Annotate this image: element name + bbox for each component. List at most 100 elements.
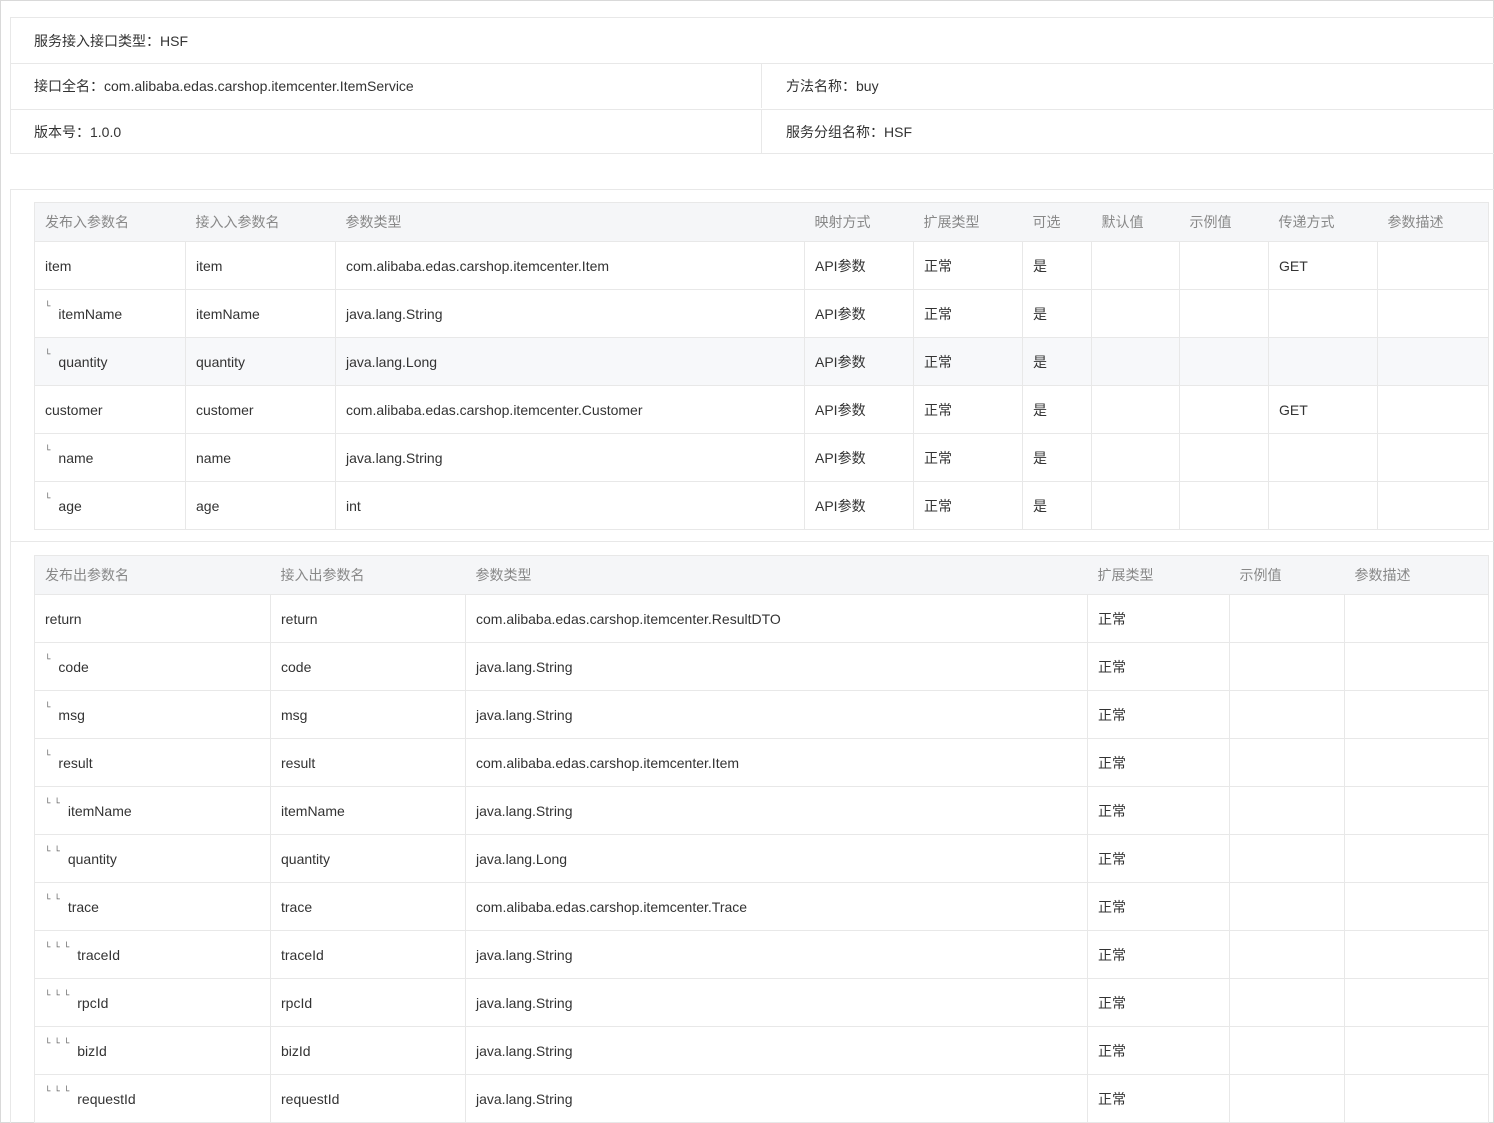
cell-transfer: GET: [1268, 385, 1378, 434]
cell-publish: └└ quantity: [34, 834, 271, 883]
cell-transfer: [1268, 481, 1378, 530]
cell-access: quantity: [270, 834, 466, 883]
cell-optional: 是: [1022, 433, 1092, 482]
cell-type: java.lang.String: [465, 1026, 1088, 1075]
cell-access: rpcId: [270, 978, 466, 1027]
tree-indent-icon: └: [45, 654, 55, 665]
cell-access: requestId: [270, 1074, 466, 1123]
cell-ext: 正常: [913, 289, 1023, 338]
param-name: itemName: [58, 305, 123, 322]
info-row-version-group: 版本号： 1.0.0 服务分组名称： HSF: [11, 109, 1494, 154]
version-field: 版本号： 1.0.0: [34, 110, 121, 154]
table-row: └ itemName itemName java.lang.String API参数 正常…: [34, 289, 1489, 338]
interface-name-field: 接口全名： com.alibaba.edas.carshop.itemcente…: [34, 64, 414, 108]
cell-publish: return: [34, 594, 271, 643]
tree-indent-icon: └└: [45, 894, 64, 905]
version-value: 1.0.0: [90, 124, 122, 140]
tree-indent-icon: └: [45, 301, 55, 312]
cell-access: quantity: [185, 337, 336, 386]
cell-example: [1229, 930, 1345, 979]
tree-indent-icon: └└└: [45, 990, 74, 1001]
cell-type: com.alibaba.edas.carshop.itemcenter.Item: [335, 241, 805, 290]
cell-ext: 正常: [1087, 930, 1230, 979]
col-header: 示例值: [1179, 202, 1269, 242]
cell-publish: └└└ traceId: [34, 930, 271, 979]
cell-default: [1091, 241, 1180, 290]
cell-example: [1179, 337, 1269, 386]
cell-optional: 是: [1022, 481, 1092, 530]
table-row: item item com.alibaba.edas.carshop.itemcen…: [34, 241, 1489, 290]
table-row: └ msg msg java.lang.String 正常: [34, 690, 1489, 739]
cell-type: com.alibaba.edas.carshop.itemcenter.Item: [465, 738, 1088, 787]
cell-mapping: API参数: [804, 481, 914, 530]
cell-desc: [1344, 786, 1489, 835]
cell-desc: [1377, 433, 1489, 482]
cell-mapping: API参数: [804, 433, 914, 482]
method-name-field: 方法名称： buy: [761, 64, 1494, 108]
cell-ext: 正常: [1087, 594, 1230, 643]
col-header: 示例值: [1229, 555, 1345, 595]
cell-type: java.lang.String: [465, 930, 1088, 979]
col-header: 参数类型: [335, 202, 805, 242]
param-name: name: [58, 449, 94, 466]
cell-access: traceId: [270, 930, 466, 979]
cell-type: java.lang.String: [465, 690, 1088, 739]
col-header: 默认值: [1091, 202, 1180, 242]
cell-example: [1179, 433, 1269, 482]
cell-mapping: API参数: [804, 289, 914, 338]
param-name: return: [45, 610, 82, 627]
cell-mapping: API参数: [804, 337, 914, 386]
cell-example: [1229, 690, 1345, 739]
interface-name-label: 接口全名：: [34, 78, 104, 94]
cell-desc: [1344, 642, 1489, 691]
tree-indent-icon: └└└: [45, 942, 74, 953]
cell-example: [1179, 241, 1269, 290]
cell-publish: └ result: [34, 738, 271, 787]
table-row: └└ trace trace com.alibaba.edas.carshop.ite…: [34, 882, 1489, 931]
cell-optional: 是: [1022, 337, 1092, 386]
cell-type: int: [335, 481, 805, 530]
param-name: quantity: [67, 850, 117, 867]
tree-indent-icon: └└└: [45, 1038, 74, 1049]
col-header: 扩展类型: [913, 202, 1023, 242]
cell-default: [1091, 481, 1180, 530]
cell-desc: [1344, 834, 1489, 883]
col-header: 发布入参数名: [34, 202, 186, 242]
cell-publish: └ itemName: [34, 289, 186, 338]
col-header: 传递方式: [1268, 202, 1378, 242]
cell-desc: [1344, 1074, 1489, 1123]
cell-publish: customer: [34, 385, 186, 434]
cell-access: msg: [270, 690, 466, 739]
table-row: └└ quantity quantity java.lang.Long 正常: [34, 834, 1489, 883]
cell-default: [1091, 385, 1180, 434]
tree-indent-icon: └: [45, 750, 55, 761]
param-name: customer: [45, 401, 103, 418]
param-name: bizId: [77, 1042, 107, 1059]
tree-indent-icon: └└: [45, 798, 64, 809]
tree-indent-icon: └: [45, 445, 55, 456]
table-row: └└ itemName itemName java.lang.String 正常: [34, 786, 1489, 835]
info-row-interface-method: 接口全名： com.alibaba.edas.carshop.itemcente…: [11, 63, 1494, 108]
cell-example: [1229, 834, 1345, 883]
table-row: └ name name java.lang.String API参数 正常是: [34, 433, 1489, 482]
cell-access: item: [185, 241, 336, 290]
service-group-field: 服务分组名称： HSF: [761, 110, 1494, 154]
tree-indent-icon: └: [45, 349, 55, 360]
param-name: msg: [58, 706, 85, 723]
info-row-interface-type: 服务接入接口类型： HSF: [11, 18, 1494, 63]
interface-type-value: HSF: [160, 32, 188, 49]
interface-type-label: 服务接入接口类型：: [34, 32, 160, 49]
cell-publish: └ name: [34, 433, 186, 482]
cell-optional: 是: [1022, 385, 1092, 434]
cell-example: [1229, 1026, 1345, 1075]
output-table-header: 发布出参数名 接入出参数名 参数类型 扩展类型 示例值 参数描述: [34, 555, 1489, 595]
input-parameters-table: 发布入参数名 接入入参数名 参数类型 映射方式 扩展类型 可选 默认值 示例值 …: [34, 202, 1489, 530]
col-header: 可选: [1022, 202, 1092, 242]
cell-example: [1179, 385, 1269, 434]
table-row: return return com.alibaba.edas.carshop.ite…: [34, 594, 1489, 643]
cell-type: java.lang.Long: [335, 337, 805, 386]
cell-mapping: API参数: [804, 385, 914, 434]
cell-ext: 正常: [1087, 1074, 1230, 1123]
cell-type: java.lang.String: [465, 1074, 1088, 1123]
table-row: └└└ bizId bizId java.lang.String 正常: [34, 1026, 1489, 1075]
